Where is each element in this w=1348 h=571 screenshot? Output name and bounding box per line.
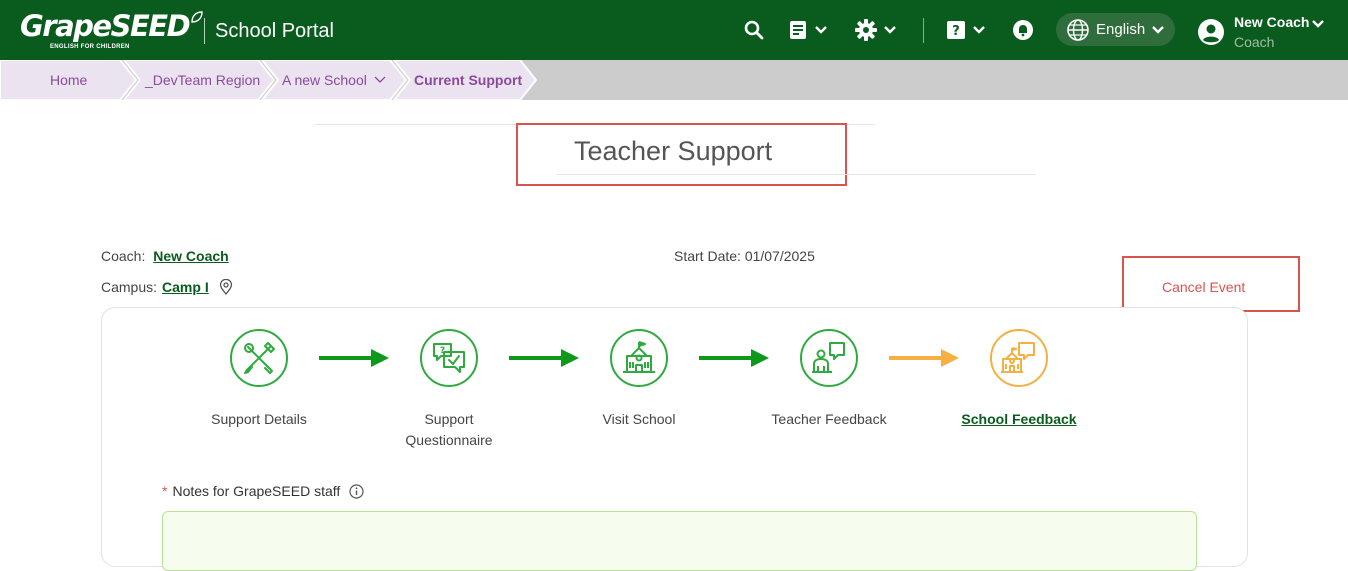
step-teacher-feedback[interactable] [800,329,858,387]
language-label: English [1096,21,1146,38]
search-icon [744,20,764,40]
help-menu-button[interactable]: ? [946,18,986,42]
search-button[interactable] [744,18,764,42]
coach-link[interactable]: New Coach [153,248,228,264]
chevron-down-icon [1152,25,1165,34]
avatar-icon [1198,19,1224,45]
document-icon [790,21,806,39]
school-icon [623,341,655,373]
step-visit-school[interactable] [610,329,668,387]
page-title: Teacher Support [574,136,773,166]
campus-info: Campus: Camp I [101,279,233,295]
top-navigation-bar: GrapeSEED ENGLISH FOR CHILDREN School Po… [0,0,1348,60]
campus-label: Campus: [101,279,158,295]
breadcrumb-region[interactable]: _DevTeam Region [145,60,260,100]
breadcrumb: Home _DevTeam Region A new School Curren… [0,60,1348,100]
grapeseed-logo[interactable]: GrapeSEED ENGLISH FOR CHILDREN [20,8,204,54]
toolbar-separator [923,18,924,43]
chevron-down-icon [973,26,985,34]
leaf-icon [191,11,203,23]
school-feedback-icon [1001,342,1035,373]
start-date-label: Start Date: [674,248,741,264]
documents-menu-button[interactable] [788,18,828,42]
breadcrumb-school[interactable]: A new School [282,60,386,100]
help-icon: ? [947,21,965,39]
step-label-school-feedback[interactable]: School Feedback [944,409,1094,430]
title-divider-bottom [556,174,1036,175]
tools-icon [244,342,275,374]
step-school-feedback[interactable] [990,329,1048,387]
coach-label: Coach: [101,248,146,264]
questionnaire-icon: ? [433,343,465,373]
step-label-visit-school: Visit School [602,411,676,427]
settings-menu-button[interactable] [855,18,897,42]
step-label-support-details: Support Details [211,411,307,427]
breadcrumb-current-support[interactable]: Current Support [414,60,522,100]
globe-icon [1067,18,1089,41]
chevron-down-icon [884,26,896,34]
svg-text:?: ? [952,24,960,39]
step-label-support-questionnaire: Support Questionnaire [405,411,493,448]
chevron-down-icon [1312,20,1324,28]
notes-textarea[interactable] [162,511,1197,571]
chevron-down-icon [815,26,827,34]
cancel-event-button[interactable]: Cancel Event [1162,279,1245,295]
notifications-button[interactable] [1012,18,1034,42]
start-date-value: 01/07/2025 [744,248,815,264]
step-label-teacher-feedback: Teacher Feedback [771,411,887,427]
start-date-info: Start Date: 01/07/2025 [674,248,815,264]
language-selector[interactable]: English [1056,13,1175,46]
campus-link[interactable]: Camp I [162,279,209,295]
step-support-details[interactable] [230,329,288,387]
svg-text:?: ? [440,346,445,356]
breadcrumb-home[interactable]: Home [50,60,87,100]
required-mark: * [162,483,168,499]
logo-tagline: ENGLISH FOR CHILDREN [50,44,130,50]
logo-divider [204,18,205,44]
step-support-questionnaire[interactable]: ? [420,329,478,387]
gear-icon [855,19,877,41]
user-name: New Coach [1234,14,1310,30]
arrow-step-3-4 [699,349,769,367]
bell-icon [1013,20,1033,40]
notes-label: * Notes for GrapeSEED staff [162,483,364,499]
info-icon[interactable] [349,483,364,499]
portal-title: School Portal [215,20,334,42]
notes-label-text: Notes for GrapeSEED staff [172,483,341,499]
arrow-step-1-2 [319,349,389,367]
chevron-down-icon [374,76,386,83]
arrow-step-2-3 [509,349,579,367]
teacher-feedback-icon [812,342,845,373]
coach-info: Coach: New Coach [101,248,229,264]
location-pin-icon[interactable] [219,279,233,295]
user-role: Coach [1234,34,1275,50]
logo-text: GrapeSEED [20,9,191,43]
arrow-step-4-5 [889,349,959,367]
